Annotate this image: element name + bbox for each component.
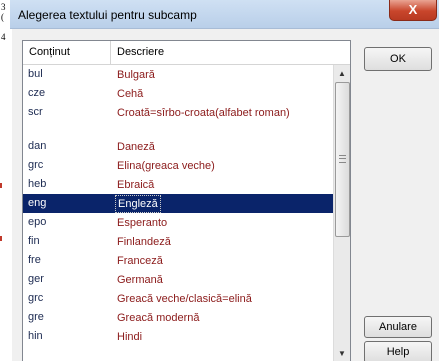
close-button[interactable]: X: [389, 0, 437, 21]
language-code: epo: [28, 216, 47, 228]
scroll-down-arrow-icon[interactable]: ▼: [334, 345, 350, 361]
language-code: dan: [28, 140, 47, 152]
language-description: Esperanto: [117, 217, 168, 229]
list-item[interactable]: epo Esperanto: [23, 213, 333, 232]
language-code: fin: [28, 235, 40, 247]
language-description: Engleză: [115, 195, 161, 213]
column-header-description[interactable]: Descriere: [111, 41, 350, 64]
cancel-button[interactable]: Anulare: [364, 316, 432, 338]
language-description: Finlandeză: [117, 236, 171, 248]
language-code: heb: [28, 178, 47, 190]
list-header: Conținut Descriere: [23, 41, 350, 65]
scrollbar-thumb[interactable]: [335, 82, 350, 237]
language-list[interactable]: Conținut Descriere bul Bulgară cze Cehă …: [22, 40, 351, 361]
language-code: cze: [28, 87, 46, 99]
background-mark: [0, 236, 2, 241]
language-code: hin: [28, 330, 43, 342]
scrollbar-grip-icon: [339, 155, 346, 163]
language-description: Cehă: [117, 88, 144, 100]
list-item-selected[interactable]: eng Engleză: [23, 194, 333, 213]
list-item[interactable]: heb Ebraică: [23, 175, 333, 194]
list-item[interactable]: grc Greacă veche/clasică=elină: [23, 289, 333, 308]
language-description: Hindi: [117, 331, 143, 343]
vertical-scrollbar[interactable]: ▲ ▼: [333, 65, 350, 361]
list-item[interactable]: hin Hindi: [23, 327, 333, 346]
language-description: Germană: [117, 274, 163, 286]
list-item[interactable]: scr Croată=sîrbo-croata(alfabet roman): [23, 103, 333, 137]
language-code: scr: [28, 106, 43, 118]
language-description: Greacă veche/clasică=elină: [117, 293, 252, 305]
ok-button[interactable]: OK: [364, 47, 432, 71]
background-char: (: [1, 12, 4, 22]
language-code: fre: [28, 254, 41, 266]
dialog-window: 3 ( 4 Alegerea textului pentru subcamp X…: [0, 0, 439, 361]
language-description: Daneză: [117, 141, 155, 153]
background-document-edge: 3 ( 4: [0, 0, 12, 361]
language-description: Croată=sîrbo-croata(alfabet roman): [117, 107, 290, 119]
language-description: Greacă modernă: [117, 312, 200, 324]
language-code: grc: [28, 292, 44, 304]
list-item[interactable]: fre Franceză: [23, 251, 333, 270]
language-description: Elina(greaca veche): [117, 160, 215, 172]
list-rows: bul Bulgară cze Cehă scr Croată=sîrbo-cr…: [23, 65, 333, 346]
scroll-up-arrow-icon[interactable]: ▲: [334, 65, 350, 82]
language-code: gre: [28, 311, 44, 323]
list-item[interactable]: cze Cehă: [23, 84, 333, 103]
language-code: ger: [28, 273, 44, 285]
language-description: Bulgară: [117, 69, 155, 81]
dialog-title: Alegerea textului pentru subcamp: [18, 8, 197, 22]
language-code: bul: [28, 68, 43, 80]
list-item[interactable]: gre Greacă modernă: [23, 308, 333, 327]
language-code: eng: [28, 197, 47, 209]
language-description: Ebraică: [117, 179, 155, 191]
list-item[interactable]: bul Bulgară: [23, 65, 333, 84]
close-icon: X: [408, 2, 418, 17]
list-item[interactable]: ger Germană: [23, 270, 333, 289]
help-button[interactable]: Help: [364, 341, 432, 361]
background-mark: [0, 183, 2, 188]
column-header-content[interactable]: Conținut: [23, 41, 111, 64]
language-code: grc: [28, 159, 44, 171]
language-description: Franceză: [117, 255, 163, 267]
list-item[interactable]: grc Elina(greaca veche): [23, 156, 333, 175]
list-item[interactable]: dan Daneză: [23, 137, 333, 156]
background-char: 3: [1, 2, 6, 12]
list-item[interactable]: fin Finlandeză: [23, 232, 333, 251]
background-char: 4: [1, 32, 6, 42]
title-bar[interactable]: Alegerea textului pentru subcamp X: [10, 0, 439, 29]
